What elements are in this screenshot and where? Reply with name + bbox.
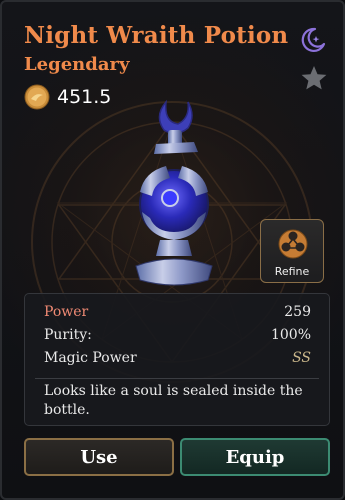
- stat-row-power: Power 259: [44, 302, 311, 322]
- price-row: 451.5: [24, 84, 111, 110]
- stat-row-magic-power: Magic Power SS: [44, 348, 311, 368]
- stat-value: 100%: [270, 327, 311, 343]
- star-icon[interactable]: [300, 64, 328, 92]
- stats-panel: Power 259 Purity: 100% Magic Power SS Lo…: [24, 293, 330, 426]
- orbs-icon: [278, 229, 308, 259]
- gold-coin-icon: [24, 84, 50, 110]
- item-rarity: Legendary: [24, 54, 130, 75]
- item-description: Looks like a soul is sealed inside the b…: [44, 383, 303, 418]
- potion-bottle-icon: [135, 99, 213, 286]
- use-button[interactable]: Use: [24, 438, 174, 476]
- equip-button[interactable]: Equip: [180, 438, 330, 476]
- refine-button[interactable]: Refine: [260, 219, 324, 283]
- stat-label: Magic Power: [44, 350, 137, 366]
- stat-value: SS: [292, 350, 311, 366]
- item-name: Night Wraith Potion: [24, 22, 289, 49]
- moon-star-icon[interactable]: [298, 26, 326, 54]
- stat-label: Power: [44, 304, 89, 320]
- item-price: 451.5: [57, 86, 112, 108]
- stat-row-purity: Purity: 100%: [44, 325, 311, 345]
- stat-label: Purity:: [44, 327, 92, 343]
- item-detail-card: Night Wraith Potion Legendary 451.5 Refi…: [0, 0, 345, 500]
- divider: [35, 378, 319, 379]
- refine-label: Refine: [274, 265, 310, 278]
- stat-value: 259: [284, 304, 311, 320]
